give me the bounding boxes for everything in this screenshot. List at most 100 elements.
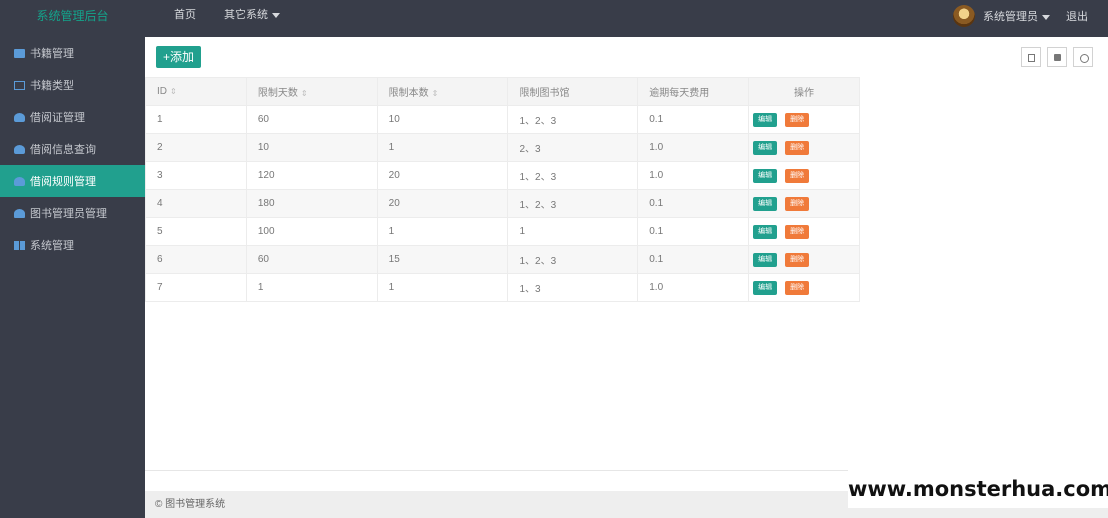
edit-button[interactable]: 编辑	[753, 196, 778, 211]
table-cell: 10	[376, 105, 509, 134]
sort-icon[interactable]: ⇕	[432, 89, 439, 98]
delete-button[interactable]: 删除	[785, 280, 810, 295]
main-content: +添加 ID ⇕ 限制天数 ⇕ 限制本数 ⇕ 限制图书馆 逾期每天费用 操作 1 60 1…	[145, 37, 1108, 518]
columns-icon[interactable]	[1021, 47, 1041, 67]
column-header-count[interactable]: 限制本数 ⇕	[376, 77, 509, 106]
edit-button[interactable]: 编辑	[753, 112, 778, 127]
actions-cell: 编辑 删除	[748, 189, 860, 218]
column-header-id[interactable]: ID ⇕	[145, 77, 247, 106]
table-cell: 1、3	[507, 273, 639, 302]
sidebar-item-label: 借阅证管理	[30, 112, 85, 124]
edit-button[interactable]: 编辑	[753, 252, 778, 267]
table-row[interactable]: 1 60 10 1、2、3 0.1 编辑 删除	[145, 105, 860, 134]
delete-button[interactable]: 删除	[785, 112, 810, 127]
table-cell: 1	[376, 273, 509, 302]
export-icon[interactable]	[1073, 47, 1093, 67]
column-header-library: 限制图书馆	[507, 77, 639, 106]
nav-home-link[interactable]: 首页	[160, 0, 210, 32]
sidebar-item-book-types[interactable]: 书籍类型	[0, 69, 145, 101]
nav-other-systems-dropdown[interactable]: 其它系统	[210, 0, 294, 32]
column-header-fee: 逾期每天费用	[637, 77, 750, 106]
column-header-days[interactable]: 限制天数 ⇕	[245, 77, 378, 106]
edit-button[interactable]: 编辑	[753, 224, 778, 239]
delete-button[interactable]: 删除	[785, 196, 810, 211]
print-icon[interactable]	[1047, 47, 1067, 67]
sidebar-item-label: 书籍类型	[30, 80, 74, 92]
edit-button[interactable]: 编辑	[753, 168, 778, 183]
column-header-label: 限制图书馆	[519, 88, 570, 99]
sidebar-item-label: 借阅规则管理	[30, 176, 96, 188]
sidebar: 书籍管理 书籍类型 借阅证管理 借阅信息查询 借阅规则管理 图书管理员管理 系统…	[0, 37, 145, 518]
table-header-row: ID ⇕ 限制天数 ⇕ 限制本数 ⇕ 限制图书馆 逾期每天费用 操作	[145, 77, 860, 106]
sidebar-item-system[interactable]: 系统管理	[0, 229, 145, 261]
book-icon	[14, 48, 25, 58]
rules-table: ID ⇕ 限制天数 ⇕ 限制本数 ⇕ 限制图书馆 逾期每天费用 操作 1 60 10 1、2…	[145, 77, 860, 302]
table-row[interactable]: 5 100 1 1 0.1 编辑 删除	[145, 217, 860, 246]
table-cell: 20	[376, 161, 509, 190]
delete-button[interactable]: 删除	[785, 168, 810, 183]
delete-button[interactable]: 删除	[785, 224, 810, 239]
table-cell: 1、2、3	[507, 161, 639, 190]
table-cell: 4	[145, 189, 247, 218]
table-row[interactable]: 6 60 15 1、2、3 0.1 编辑 删除	[145, 245, 860, 274]
user-menu[interactable]: 系统管理员	[983, 8, 1050, 24]
table-cell: 6	[145, 245, 247, 274]
sidebar-item-books[interactable]: 书籍管理	[0, 37, 145, 69]
table-cell: 1	[507, 217, 639, 246]
table-cell: 1	[145, 105, 247, 134]
chevron-down-icon	[272, 12, 280, 18]
sidebar-item-label: 借阅信息查询	[30, 144, 96, 156]
table-cell: 3	[145, 161, 247, 190]
sidebar-item-label: 书籍管理	[30, 48, 74, 60]
delete-button[interactable]: 删除	[785, 252, 810, 267]
table-cell: 15	[376, 245, 509, 274]
sidebar-item-borrow-rules[interactable]: 借阅规则管理	[0, 165, 145, 197]
table-body: 1 60 10 1、2、3 0.1 编辑 删除 2 10 1 2、3 1.0 编辑 删除 3 120 20 1、2…	[145, 105, 860, 302]
table-row[interactable]: 3 120 20 1、2、3 1.0 编辑 删除	[145, 161, 860, 190]
sidebar-item-librarians[interactable]: 图书管理员管理	[0, 197, 145, 229]
logout-link[interactable]: 退出	[1066, 8, 1088, 24]
table-row[interactable]: 7 1 1 1、3 1.0 编辑 删除	[145, 273, 860, 302]
sidebar-item-library-cards[interactable]: 借阅证管理	[0, 101, 145, 133]
table-cell: 1、2、3	[507, 189, 639, 218]
table-cell: 2、3	[507, 133, 639, 162]
column-header-label: 限制天数	[257, 88, 298, 99]
windows-icon	[14, 240, 25, 250]
avatar[interactable]	[953, 5, 975, 27]
edit-button[interactable]: 编辑	[753, 280, 778, 295]
actions-cell: 编辑 删除	[748, 217, 860, 246]
sort-icon[interactable]: ⇕	[170, 87, 177, 96]
table-cell: 1	[376, 133, 509, 162]
user-name: 系统管理员	[983, 11, 1038, 23]
table-cell: 1、2、3	[507, 245, 639, 274]
table-row[interactable]: 2 10 1 2、3 1.0 编辑 删除	[145, 133, 860, 162]
sidebar-item-label: 系统管理	[30, 240, 74, 252]
table-cell: 180	[245, 189, 378, 218]
delete-button[interactable]: 删除	[785, 140, 810, 155]
table-cell: 60	[245, 105, 378, 134]
actions-cell: 编辑 删除	[748, 105, 860, 134]
table-row[interactable]: 4 180 20 1、2、3 0.1 编辑 删除	[145, 189, 860, 218]
add-button[interactable]: +添加	[156, 46, 202, 68]
sidebar-item-label: 图书管理员管理	[30, 208, 107, 220]
table-cell: 1、2、3	[507, 105, 639, 134]
table-cell: 60	[245, 245, 378, 274]
table-cell: 0.1	[637, 105, 750, 134]
actions-cell: 编辑 删除	[748, 161, 860, 190]
sidebar-item-borrow-query[interactable]: 借阅信息查询	[0, 133, 145, 165]
sort-icon[interactable]: ⇕	[301, 89, 308, 98]
actions-cell: 编辑 删除	[748, 273, 860, 302]
column-header-label: 操作	[794, 88, 815, 99]
column-header-label: 限制本数	[388, 88, 429, 99]
table-cell: 0.1	[637, 245, 750, 274]
table-cell: 1.0	[637, 161, 750, 190]
table-cell: 7	[145, 273, 247, 302]
table-cell: 5	[145, 217, 247, 246]
edit-button[interactable]: 编辑	[753, 140, 778, 155]
column-header-label: ID	[157, 86, 167, 97]
table-cell: 10	[245, 133, 378, 162]
top-nav: 首页 其它系统	[160, 0, 294, 32]
app-logo-title[interactable]: 系统管理后台	[0, 0, 145, 37]
column-header-label: 逾期每天费用	[649, 88, 710, 99]
actions-cell: 编辑 删除	[748, 133, 860, 162]
